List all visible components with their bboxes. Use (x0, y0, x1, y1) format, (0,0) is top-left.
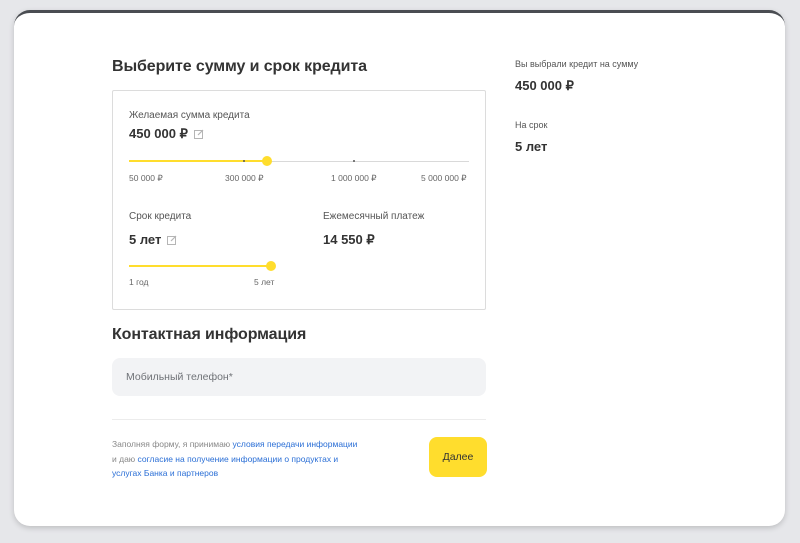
amount-slider-fill (129, 160, 267, 162)
phone-input[interactable] (124, 370, 474, 384)
edit-icon[interactable] (167, 235, 177, 245)
edit-icon[interactable] (193, 129, 204, 139)
phone-field[interactable] (112, 358, 486, 396)
amount-tick: 300 000 ₽ (225, 173, 264, 183)
credit-parameters-panel: Желаемая сумма кредита 450 000 ₽ 50 000 … (112, 90, 486, 310)
amount-slider-mark (353, 160, 355, 162)
amount-slider-handle[interactable] (262, 156, 272, 166)
term-min-label: 1 год (129, 277, 149, 287)
term-max-label: 5 лет (254, 277, 275, 287)
term-slider-fill (129, 265, 271, 267)
amount-label: Желаемая сумма кредита (129, 110, 250, 121)
summary-term-value: 5 лет (515, 139, 548, 154)
data-transfer-terms-link[interactable]: условия передачи информации (233, 439, 358, 449)
summary-term-label: На срок (515, 120, 548, 130)
term-value: 5 лет (129, 232, 162, 247)
consent-text-part: Заполняя форму, я принимаю (112, 439, 233, 449)
contact-title: Контактная информация (112, 326, 307, 343)
monthly-payment-value: 14 550 ₽ (323, 232, 375, 247)
term-slider-handle[interactable] (266, 261, 276, 271)
summary-amount-label: Вы выбрали кредит на сумму (515, 59, 639, 69)
term-value-row[interactable]: 5 лет (129, 232, 177, 247)
divider (112, 419, 486, 420)
credit-form-card: Выберите сумму и срок кредита Желаемая с… (14, 10, 785, 526)
amount-tick: 50 000 ₽ (129, 173, 163, 183)
amount-tick: 1 000 000 ₽ (331, 173, 377, 183)
consent-text: Заполняя форму, я принимаю условия перед… (112, 437, 362, 481)
form-title: Выберите сумму и срок кредита (112, 58, 367, 75)
next-button[interactable]: Далее (429, 437, 487, 477)
amount-tick: 5 000 000 ₽ (421, 173, 467, 183)
term-label: Срок кредита (129, 211, 192, 222)
amount-slider-mark (243, 160, 245, 162)
monthly-payment-label: Ежемесячный платеж (323, 211, 425, 222)
marketing-consent-link[interactable]: согласие на получение информации о проду… (112, 454, 338, 479)
amount-value-row[interactable]: 450 000 ₽ (129, 126, 204, 142)
consent-text-part: и даю (112, 453, 138, 464)
summary-amount-value: 450 000 ₽ (515, 78, 574, 93)
amount-value: 450 000 ₽ (129, 126, 188, 141)
